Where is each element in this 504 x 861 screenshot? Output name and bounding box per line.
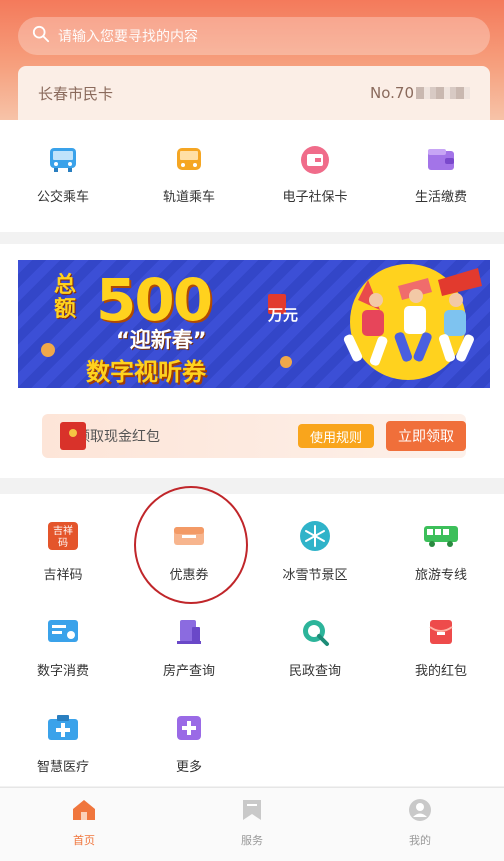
search-placeholder: 请输入您要寻找的内容 xyxy=(58,29,198,45)
quick-label: 电子社保卡 xyxy=(282,190,348,205)
digital-consume-icon xyxy=(45,616,81,648)
search-icon xyxy=(32,25,50,47)
service-civil-affairs[interactable]: 民政查询 xyxy=(252,616,378,679)
service-digital-consume[interactable]: 数字消费 xyxy=(0,616,126,679)
profile-icon xyxy=(407,798,433,826)
service-my-red-packet[interactable]: 我的红包 xyxy=(378,616,504,679)
card-number: No.70 xyxy=(370,84,470,102)
snowflake-icon xyxy=(297,520,333,552)
service-row: 数字消费 房产查询 民政查询 我的红包 xyxy=(0,616,504,679)
service-label: 旅游专线 xyxy=(414,568,467,583)
civil-search-icon xyxy=(297,616,333,648)
quick-label: 生活缴费 xyxy=(414,190,467,205)
tab-label: 我的 xyxy=(409,834,431,847)
tab-label: 首页 xyxy=(73,834,95,847)
promo-banner[interactable]: 总额 500 万元 “迎新春” 数字视听券 xyxy=(18,260,490,388)
tab-home[interactable]: 首页 xyxy=(0,788,168,861)
quick-metro[interactable]: 轨道乘车 xyxy=(126,120,252,232)
service-label: 智慧医疗 xyxy=(36,760,89,775)
banner-unit: 万元 xyxy=(268,306,299,324)
quick-bus[interactable]: 公交乘车 xyxy=(0,120,126,232)
red-packet-label: 领取现金红包 xyxy=(76,429,160,445)
svg-text:码: 码 xyxy=(58,537,68,549)
quick-life-pay[interactable]: 生活缴费 xyxy=(378,120,504,232)
search-bar[interactable]: 请输入您要寻找的内容 xyxy=(18,17,490,55)
masked-number xyxy=(416,87,470,99)
citizen-card[interactable]: 长春市民卡 No.70 xyxy=(18,66,490,120)
red-packet-icon xyxy=(423,616,459,648)
coupon-icon xyxy=(171,520,207,552)
property-icon xyxy=(171,616,207,648)
bus-icon xyxy=(45,144,81,176)
tab-service[interactable]: 服务 xyxy=(168,788,336,861)
service-snow-park[interactable]: 冰雪节景区 xyxy=(252,520,378,583)
quick-actions: 公交乘车 轨道乘车 电子社保卡 生活缴费 xyxy=(0,120,504,232)
banner-headline: “迎新春” xyxy=(116,328,207,352)
metro-icon xyxy=(171,144,207,176)
service-label: 我的红包 xyxy=(414,664,467,679)
home-icon xyxy=(70,798,98,826)
more-icon xyxy=(171,712,207,744)
card-number-text: No.70 xyxy=(370,84,414,102)
service-label: 优惠券 xyxy=(169,568,209,583)
red-envelope-icon xyxy=(60,422,86,450)
svg-text:吉祥: 吉祥 xyxy=(53,524,73,537)
tab-mine[interactable]: 我的 xyxy=(336,788,504,861)
quick-label: 公交乘车 xyxy=(36,190,89,205)
banner-subline: 数字视听券 xyxy=(86,358,206,386)
banner-total-label: 总额 xyxy=(54,273,77,322)
service-label: 更多 xyxy=(175,760,202,775)
quick-label: 轨道乘车 xyxy=(162,190,215,205)
service-property[interactable]: 房产查询 xyxy=(126,616,252,679)
service-icon xyxy=(240,798,264,826)
social-card-icon xyxy=(297,144,333,176)
service-label: 民政查询 xyxy=(288,664,341,679)
jixiang-code-icon: 吉祥码 xyxy=(45,520,81,552)
service-label: 房产查询 xyxy=(162,664,215,679)
quick-social-card[interactable]: 电子社保卡 xyxy=(252,120,378,232)
service-coupon[interactable]: 优惠券 xyxy=(126,520,252,583)
service-label: 冰雪节景区 xyxy=(282,568,348,583)
wallet-icon xyxy=(423,144,459,176)
service-grid: 吉祥码 吉祥码 优惠券 冰雪节景区 旅游专线 数字消费 房产查询 民政查询 我的… xyxy=(0,494,504,786)
tab-label: 服务 xyxy=(241,834,263,847)
card-title: 长春市民卡 xyxy=(38,84,114,103)
service-smart-medical[interactable]: 智慧医疗 xyxy=(0,712,126,775)
bottom-tab-bar: 首页 服务 我的 xyxy=(0,787,504,861)
service-label: 吉祥码 xyxy=(43,568,83,583)
claim-button[interactable]: 立即领取 xyxy=(386,421,466,451)
service-label: 数字消费 xyxy=(36,664,89,679)
tour-bus-icon xyxy=(423,520,459,552)
usage-rules-button[interactable]: 使用规则 xyxy=(297,424,374,448)
red-packet-row: 领取现金红包 使用规则 立即领取 xyxy=(42,414,466,458)
service-more[interactable]: 更多 xyxy=(126,712,252,775)
service-jixiang-code[interactable]: 吉祥码 吉祥码 xyxy=(0,520,126,583)
service-tour-line[interactable]: 旅游专线 xyxy=(378,520,504,583)
medical-icon xyxy=(45,712,81,744)
service-row: 智慧医疗 更多 xyxy=(0,712,504,775)
service-row: 吉祥码 吉祥码 优惠券 冰雪节景区 旅游专线 xyxy=(0,520,504,583)
